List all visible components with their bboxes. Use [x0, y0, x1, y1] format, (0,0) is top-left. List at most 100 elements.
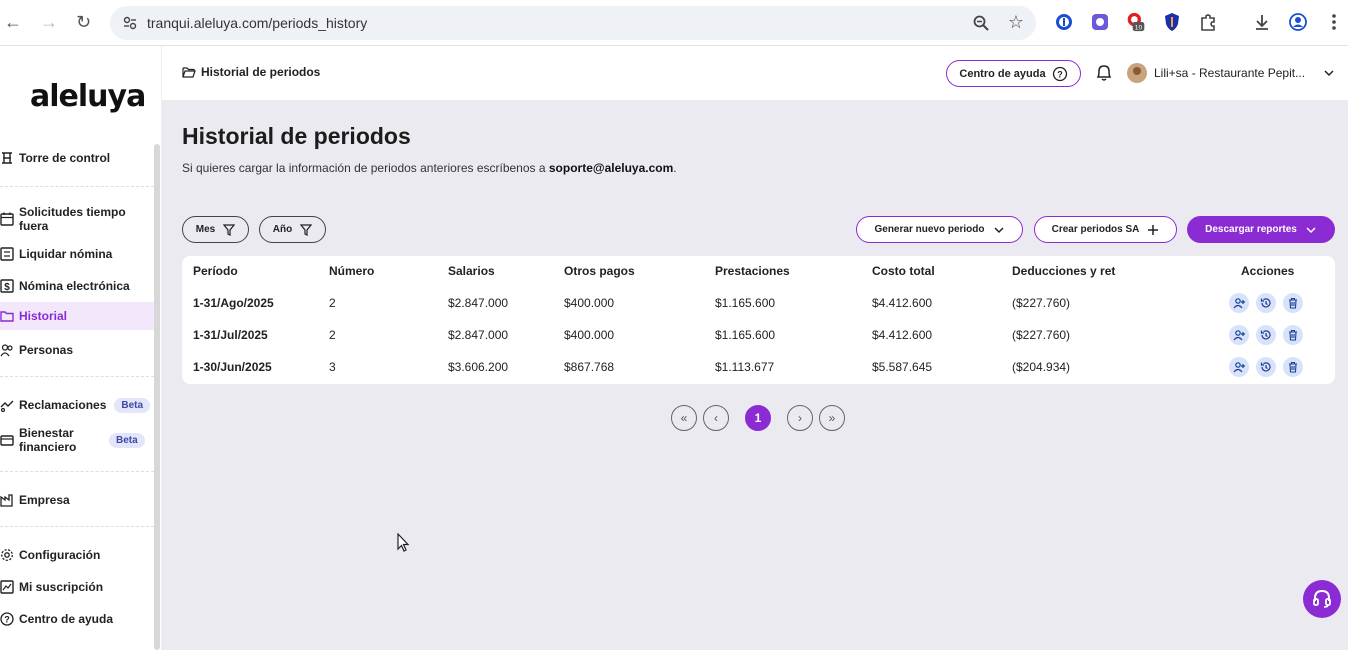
delete-button[interactable]	[1283, 293, 1303, 313]
page-1-button[interactable]: 1	[745, 405, 771, 431]
sidebar-divider	[0, 471, 154, 472]
download-reports-button[interactable]: Descargar reportes	[1187, 216, 1335, 243]
dollar-doc-icon: $	[0, 279, 14, 293]
first-page-button[interactable]: «	[671, 405, 697, 431]
site-settings-icon[interactable]	[122, 15, 138, 31]
periods-table: Período Número Salarios Otros pagos Pres…	[182, 256, 1335, 384]
address-bar[interactable]: tranqui.aleluya.com/periods_history ☆	[110, 6, 1036, 40]
column-header[interactable]: Salarios	[448, 264, 495, 278]
user-menu[interactable]: Lili+sa - Restaurante Pepit...	[1127, 63, 1335, 83]
claims-icon	[0, 400, 14, 412]
last-page-button[interactable]: »	[819, 405, 845, 431]
svg-text:?: ?	[1057, 69, 1063, 79]
folder-icon	[0, 311, 14, 322]
tower-icon	[2, 152, 12, 164]
bell-icon[interactable]	[1094, 63, 1114, 83]
filter-year-button[interactable]: Año	[259, 216, 326, 243]
help-icon: ?	[0, 612, 14, 626]
browser-menu-icon[interactable]	[1324, 12, 1344, 32]
headset-icon	[1313, 589, 1331, 608]
column-header[interactable]: Prestaciones	[715, 264, 790, 278]
beta-badge: Beta	[114, 397, 151, 413]
back-icon[interactable]: ←	[4, 12, 22, 32]
sidebar-item-nomina-electronica[interactable]: $ Nómina electrónica	[0, 278, 154, 294]
sidebar-item-reclamaciones[interactable]: Reclamaciones Beta	[0, 397, 154, 413]
column-header[interactable]: Número	[329, 264, 374, 278]
table-cell: $400.000	[564, 296, 615, 310]
column-header[interactable]: Otros pagos	[564, 264, 635, 278]
sidebar-item-mi-suscripcion[interactable]: Mi suscripción	[0, 579, 154, 595]
sidebar-item-torre-de-control[interactable]: Torre de control	[0, 150, 154, 166]
main-content: Historial de periodos Si quieres cargar …	[162, 100, 1348, 650]
support-chat-button[interactable]	[1303, 580, 1341, 618]
profile-icon[interactable]	[1288, 12, 1308, 32]
sidebar-item-configuracion[interactable]: Configuración	[0, 547, 154, 563]
history-button[interactable]	[1256, 357, 1276, 377]
history-icon	[1260, 330, 1271, 340]
table-cell-period[interactable]: 1-31/Ago/2025	[193, 296, 274, 310]
extension-red-icon[interactable]: 10	[1126, 12, 1146, 32]
sidebar-item-centro-de-ayuda[interactable]: ? Centro de ayuda	[0, 611, 154, 627]
delete-button[interactable]	[1283, 325, 1303, 345]
beta-badge: Beta	[109, 432, 145, 448]
extension-snowflake-icon[interactable]	[1090, 12, 1110, 32]
history-icon	[1260, 298, 1271, 308]
breadcrumb-label: Historial de periodos	[201, 65, 321, 79]
extensions-puzzle-icon[interactable]	[1198, 12, 1218, 32]
column-header[interactable]: Deducciones y ret	[1012, 264, 1115, 278]
sidebar-item-empresa[interactable]: Empresa	[0, 492, 154, 508]
sidebar-scrollbar[interactable]	[154, 144, 160, 650]
prev-page-button[interactable]: ‹	[703, 405, 729, 431]
column-header[interactable]: Costo total	[872, 264, 935, 278]
table-cell: 2	[329, 296, 336, 310]
svg-text:$: $	[4, 282, 10, 293]
table-cell: 2	[329, 328, 336, 342]
table-cell-period[interactable]: 1-30/Jun/2025	[193, 360, 272, 374]
reload-icon[interactable]: ↻	[76, 12, 91, 32]
generate-period-button[interactable]: Generar nuevo periodo	[856, 216, 1023, 243]
add-user-icon	[1233, 330, 1245, 341]
add-person-button[interactable]	[1229, 325, 1249, 345]
bookmark-star-icon[interactable]: ☆	[1008, 12, 1024, 33]
forward-icon[interactable]: →	[40, 12, 58, 32]
avatar	[1127, 63, 1147, 83]
table-cell-period[interactable]: 1-31/Jul/2025	[193, 328, 268, 342]
gear-icon	[1, 549, 13, 561]
table-cell: $2.847.000	[448, 296, 509, 310]
password-manager-icon[interactable]	[1054, 12, 1074, 32]
table-cell: $4.412.600	[872, 296, 933, 310]
create-sa-periods-button[interactable]: Crear periodos SA	[1034, 216, 1177, 243]
sidebar-item-solicitudes[interactable]: Solicitudes tiempo fuera	[0, 204, 154, 234]
add-user-icon	[1233, 362, 1245, 373]
sidebar-item-bienestar[interactable]: Bienestar financiero Beta	[0, 425, 154, 455]
page-subtitle: Si quieres cargar la información de peri…	[182, 161, 677, 175]
history-button[interactable]	[1256, 325, 1276, 345]
download-icon[interactable]	[1252, 12, 1272, 32]
help-center-button[interactable]: Centro de ayuda ?	[946, 60, 1081, 87]
svg-text:?: ?	[4, 615, 10, 625]
history-icon	[1260, 362, 1271, 372]
zoom-icon[interactable]	[972, 14, 990, 32]
add-person-button[interactable]	[1229, 357, 1249, 377]
sidebar-item-historial[interactable]: Historial	[0, 302, 154, 330]
history-button[interactable]	[1256, 293, 1276, 313]
user-name: Lili+sa - Restaurante Pepit...	[1154, 66, 1306, 80]
sidebar-item-personas[interactable]: Personas	[0, 342, 154, 358]
next-page-button[interactable]: ›	[787, 405, 813, 431]
extension-shield-icon[interactable]	[1162, 12, 1182, 32]
delete-button[interactable]	[1283, 357, 1303, 377]
table-cell: ($227.760)	[1012, 296, 1071, 310]
filter-month-button[interactable]: Mes	[182, 216, 249, 243]
factory-icon	[0, 494, 13, 507]
filter-icon	[300, 223, 313, 236]
trash-icon	[1289, 297, 1297, 309]
table-cell: $5.587.645	[872, 360, 933, 374]
browser-toolbar: ← → ↻ tranqui.aleluya.com/periods_histor…	[0, 0, 1348, 46]
breadcrumb: Historial de periodos	[182, 65, 320, 79]
column-header[interactable]: Período	[193, 264, 238, 278]
support-email-link[interactable]: soporte@aleluya.com	[549, 161, 673, 175]
url-text[interactable]: tranqui.aleluya.com/periods_history	[147, 15, 367, 31]
sidebar-item-liquidar-nomina[interactable]: Liquidar nómina	[0, 246, 154, 262]
add-person-button[interactable]	[1229, 293, 1249, 313]
aleluya-logo[interactable]: aleluya	[30, 79, 146, 114]
